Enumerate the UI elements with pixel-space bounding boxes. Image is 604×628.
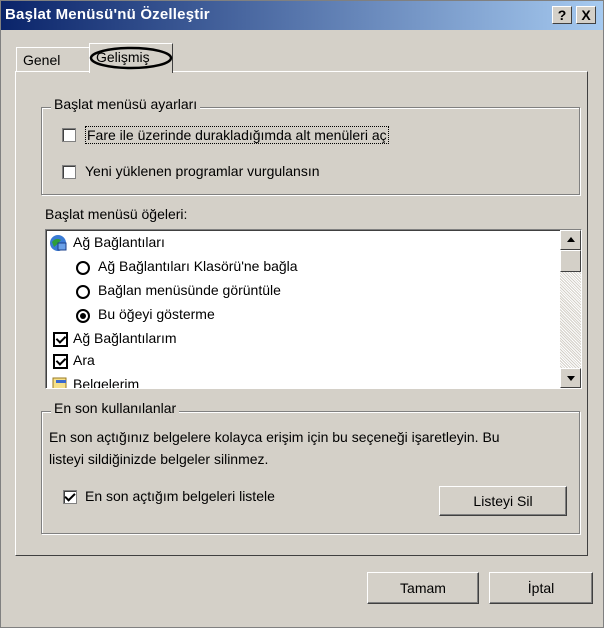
network-globe-icon — [50, 235, 67, 251]
list-recent-docs-label[interactable]: En son açtığım belgeleri listele — [85, 488, 275, 504]
submenu-hover-label[interactable]: Fare ile üzerinde durakladığımda alt men… — [85, 126, 389, 144]
clear-list-button[interactable]: Listeyi Sil — [439, 486, 567, 516]
ok-button[interactable]: Tamam — [367, 572, 479, 604]
recent-description-line2: listeyi sildiğinizde belgeler silinmez. — [49, 451, 269, 467]
list-recent-docs-checkbox[interactable] — [63, 490, 77, 504]
radio-connect-folder[interactable] — [76, 261, 90, 275]
highlight-new-programs-checkbox[interactable] — [62, 165, 76, 179]
tab-general[interactable]: Genel — [16, 47, 90, 71]
start-settings-group — [41, 107, 580, 195]
help-button[interactable]: ? — [552, 6, 572, 24]
highlight-circle-icon — [89, 46, 173, 70]
recent-description-line1: En son açtığınız belgelere kolayca erişi… — [49, 429, 500, 445]
arrow-up-icon — [567, 237, 575, 242]
arrow-down-icon — [567, 376, 575, 381]
radio-do-not-show[interactable] — [76, 309, 90, 323]
my-network-checkbox[interactable] — [53, 332, 68, 347]
highlight-new-programs-label[interactable]: Yeni yüklenen programlar vurgulansın — [85, 163, 320, 179]
scroll-thumb[interactable] — [560, 250, 581, 272]
recent-legend: En son kullanılanlar — [51, 400, 180, 416]
radio-connect-menu[interactable] — [76, 285, 90, 299]
start-settings-legend: Başlat menüsü ayarları — [51, 96, 201, 112]
submenu-hover-checkbox[interactable] — [62, 128, 76, 142]
help-icon: ? — [557, 7, 567, 23]
documents-icon — [52, 377, 67, 388]
scroll-up-button[interactable] — [560, 230, 581, 250]
items-list-label: Başlat menüsü öğeleri: — [45, 206, 188, 222]
close-icon: X — [581, 7, 591, 23]
window-title: Başlat Menüsü'nü Özelleştir — [5, 6, 210, 23]
scroll-down-button[interactable] — [560, 368, 581, 388]
customize-start-menu-dialog: Başlat Menüsü'nü Özelleştir ? X Genel Ge… — [0, 0, 604, 628]
tab-general-label: Genel — [23, 52, 61, 68]
list-scrollbar[interactable] — [560, 230, 581, 388]
cancel-button[interactable]: İptal — [489, 572, 593, 604]
close-button[interactable]: X — [576, 6, 596, 24]
start-menu-items-list[interactable]: Ağ Bağlantıları Ağ Bağlantıları Klasörü'… — [45, 229, 582, 389]
search-checkbox[interactable] — [53, 354, 68, 369]
title-bar[interactable]: Başlat Menüsü'nü Özelleştir ? X — [1, 1, 603, 30]
tab-advanced[interactable]: Gelişmiş — [89, 43, 173, 73]
